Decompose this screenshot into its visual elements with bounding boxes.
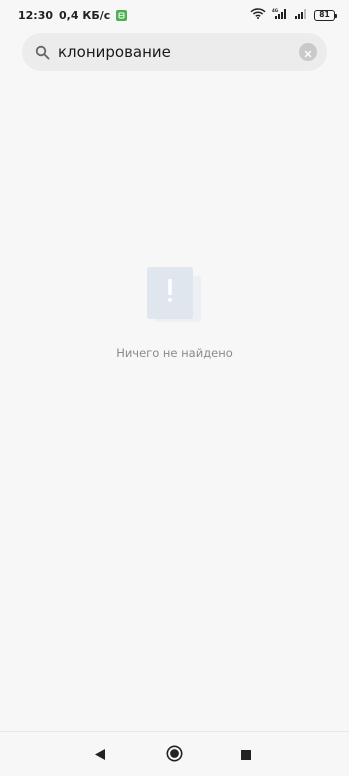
search-bar: [22, 33, 327, 71]
status-right: 4G 81: [250, 8, 337, 22]
search-input[interactable]: [58, 33, 299, 71]
recents-icon: [240, 746, 252, 765]
clear-icon: [304, 43, 312, 62]
status-left: 12:30 0,4 КБ/с: [18, 8, 128, 22]
empty-illustration: [146, 266, 203, 326]
illustration-front-card: [146, 267, 193, 319]
exclamation-icon: [166, 278, 174, 308]
search-icon: [34, 44, 50, 60]
svg-text:4G: 4G: [272, 8, 278, 13]
battery-level: 81: [319, 10, 330, 20]
signal-1-icon: 4G: [272, 8, 288, 22]
recents-button[interactable]: [236, 745, 256, 765]
back-icon: [94, 746, 106, 765]
battery-icon: 81: [314, 9, 337, 21]
empty-state: Ничего не найдено: [0, 266, 349, 360]
empty-message: Ничего не найдено: [116, 346, 233, 360]
screen: 12:30 0,4 КБ/с 4G 81 клонирование Ничего…: [0, 0, 349, 776]
signal-2-icon: [294, 8, 308, 22]
wifi-icon: [250, 8, 266, 22]
home-icon: [166, 745, 183, 766]
status-time: 12:30: [18, 8, 54, 22]
home-button[interactable]: [164, 745, 184, 765]
navigation-bar: [0, 731, 349, 776]
app-badge-icon: [116, 9, 128, 21]
network-speed: 0,4 КБ/с: [59, 8, 111, 22]
status-bar: 12:30 0,4 КБ/с 4G 81: [0, 0, 349, 30]
clear-search-button[interactable]: [299, 43, 317, 61]
back-button[interactable]: [90, 745, 110, 765]
